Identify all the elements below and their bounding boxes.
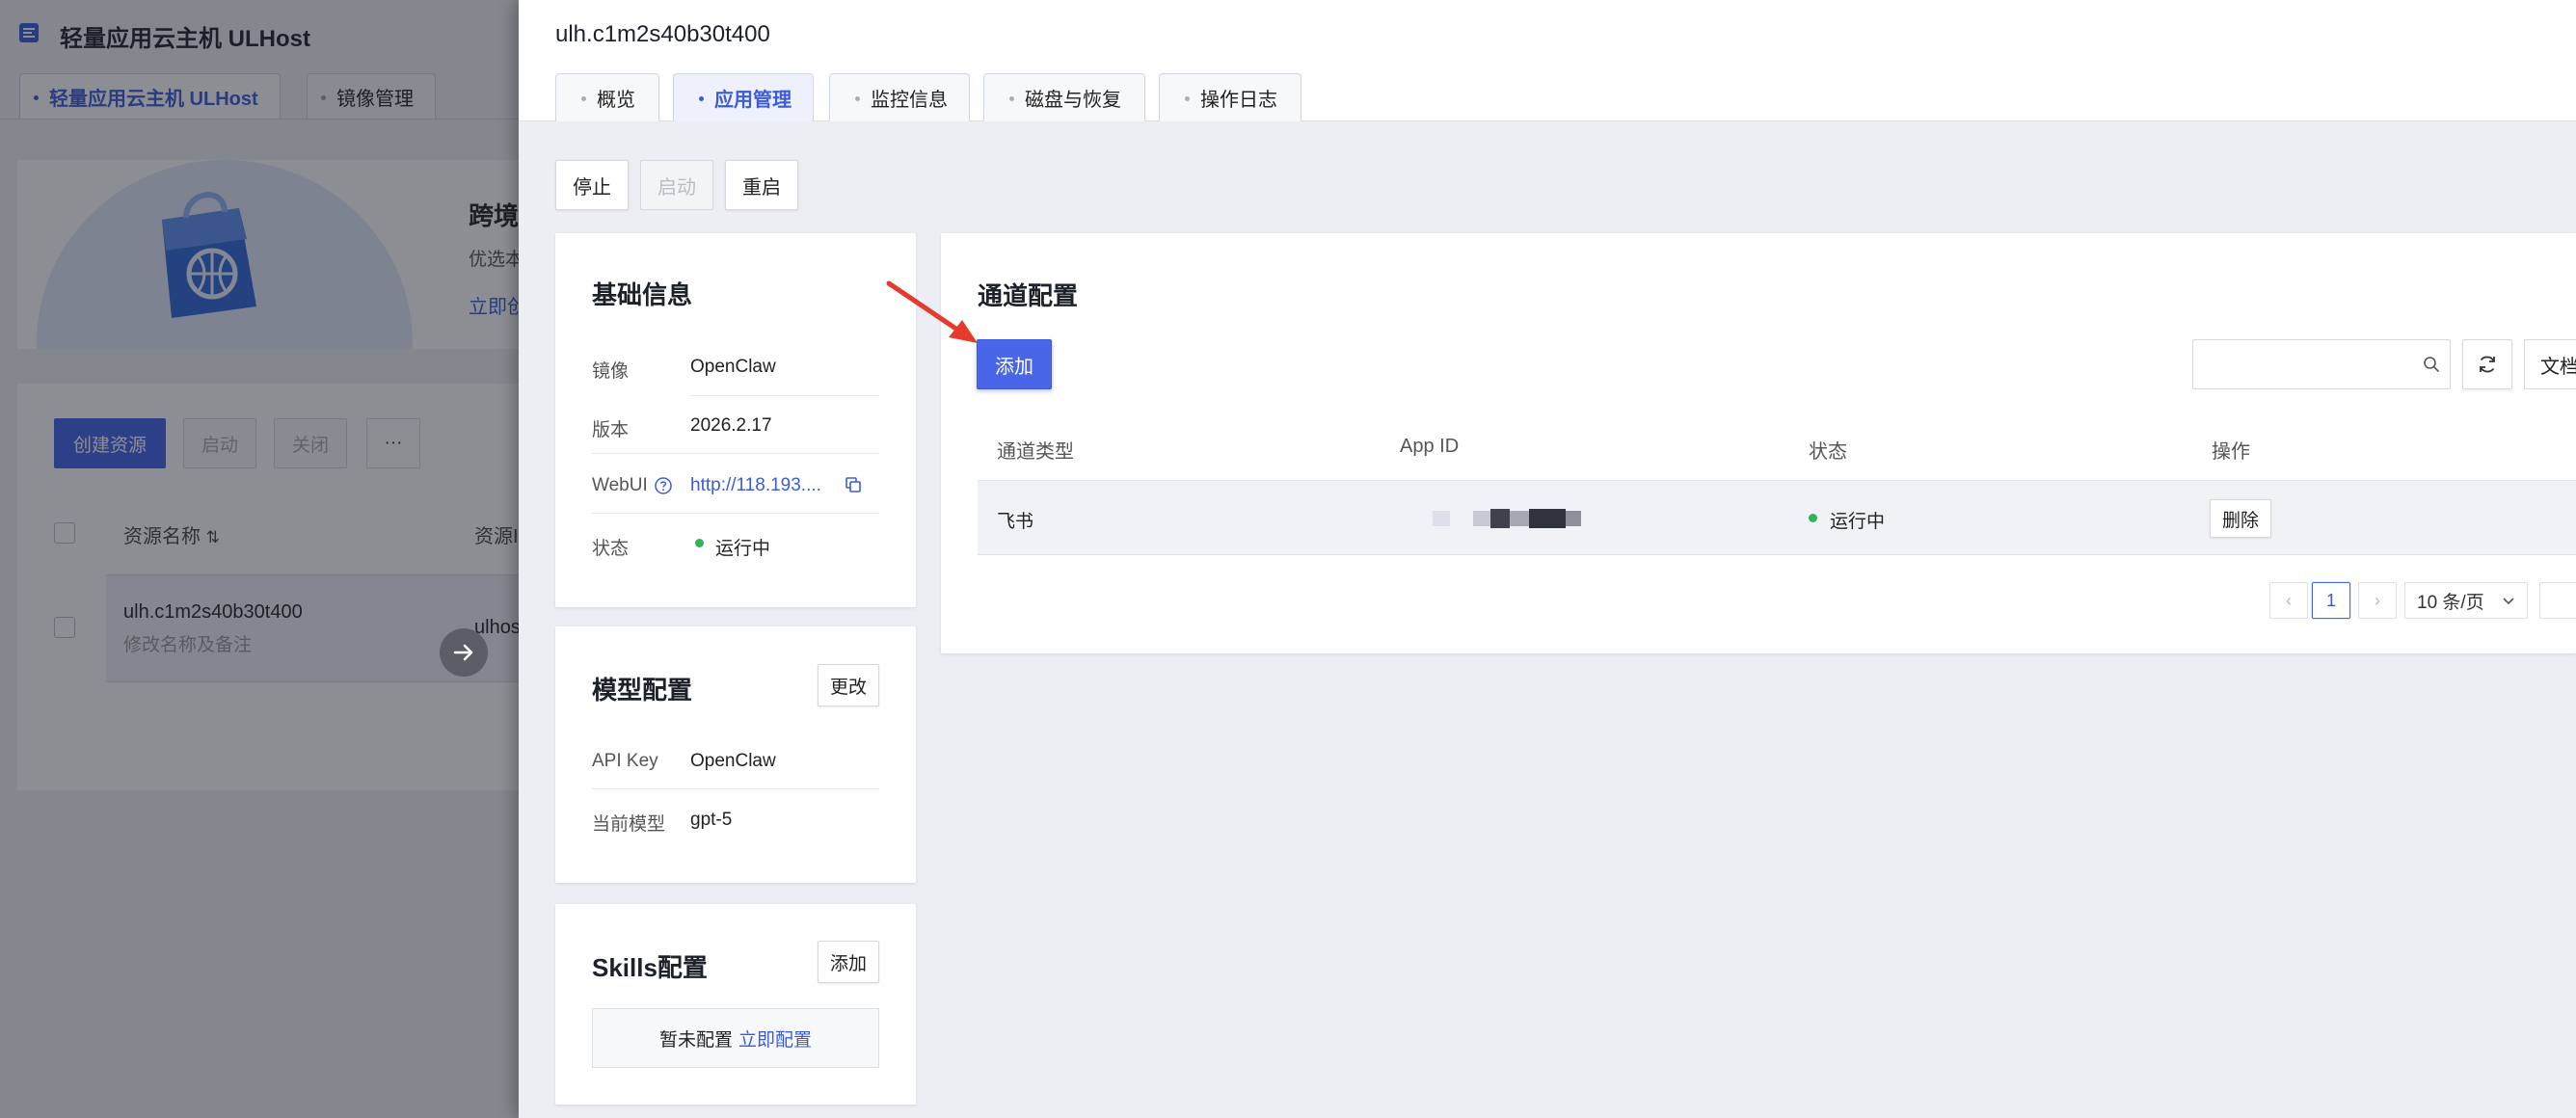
add-skill-button[interactable]: 添加: [818, 941, 879, 983]
restart-button[interactable]: 重启: [725, 160, 798, 210]
docs-button[interactable]: 文档: [2524, 339, 2576, 389]
tab-dot-icon: [1185, 96, 1190, 101]
tab-dot-icon: [581, 96, 586, 101]
delete-channel-button[interactable]: 删除: [2210, 499, 2271, 538]
empty-text: 暂未配置: [658, 1029, 733, 1051]
apikey-value: OpenClaw: [690, 751, 776, 771]
webui-label: WebUI: [592, 475, 648, 495]
tab-app-management[interactable]: 应用管理: [673, 73, 814, 121]
tab-dot-icon: [1009, 96, 1014, 101]
divider: [592, 453, 879, 454]
add-channel-button[interactable]: 添加: [977, 339, 1052, 389]
table-row: [978, 480, 2576, 555]
tab-disk-recovery[interactable]: 磁盘与恢复: [983, 73, 1145, 121]
skills-empty-state: 暂未配置 立即配置: [592, 1008, 879, 1068]
tab-label: 概览: [597, 90, 635, 111]
basic-info-title: 基础信息: [592, 280, 693, 309]
tab-label: 磁盘与恢复: [1025, 90, 1121, 111]
refresh-button[interactable]: [2462, 339, 2512, 389]
copy-icon[interactable]: [844, 475, 863, 494]
tab-dot-icon: [855, 96, 860, 101]
image-label: 镜像: [592, 361, 630, 382]
model-value: gpt-5: [690, 810, 733, 830]
column-header-channel-type: 通道类型: [997, 441, 1074, 463]
tab-label: 操作日志: [1200, 90, 1277, 111]
configure-now-link[interactable]: 立即配置: [738, 1025, 812, 1051]
divider: [690, 395, 879, 396]
start-button[interactable]: 启动: [640, 160, 713, 210]
tab-operation-log[interactable]: 操作日志: [1159, 73, 1301, 121]
search-input[interactable]: [2192, 339, 2451, 389]
tab-overview[interactable]: 概览: [555, 73, 659, 121]
skills-config-card: [555, 904, 916, 1105]
skills-config-title: Skills配置: [592, 953, 708, 982]
annotation-arrow-icon: [886, 280, 978, 343]
divider: [592, 513, 879, 514]
column-header-status: 状态: [1809, 441, 1847, 463]
tab-label: 监控信息: [871, 90, 948, 111]
version-value: 2026.2.17: [690, 415, 772, 436]
image-value: OpenClaw: [690, 357, 776, 377]
page-size-select[interactable]: 10 条/页: [2404, 582, 2528, 619]
channel-status-cell: 运行中: [1830, 512, 1886, 532]
status-label: 状态: [592, 539, 630, 559]
page-size-value: 10 条/页: [2417, 592, 2484, 613]
webui-link[interactable]: http://118.193....: [690, 475, 821, 496]
prev-page-button[interactable]: ‹: [2269, 582, 2308, 619]
next-page-button[interactable]: ›: [2358, 582, 2397, 619]
arrow-right-icon[interactable]: [440, 628, 488, 677]
tab-dot-icon: [699, 96, 704, 101]
column-header-actions: 操作: [2212, 441, 2250, 463]
tab-label: 应用管理: [714, 90, 792, 111]
drawer-header: [519, 0, 2576, 121]
app-id-redacted: [1433, 509, 1591, 528]
channel-type-cell: 飞书: [997, 512, 1034, 532]
search-icon[interactable]: [2423, 356, 2440, 373]
model-config-title: 模型配置: [592, 676, 693, 705]
status-value: 运行中: [715, 539, 771, 559]
help-circle-icon[interactable]: [654, 476, 673, 495]
chevron-down-icon: [2503, 598, 2514, 605]
drawer-title: ulh.c1m2s40b30t400: [555, 21, 770, 47]
refresh-icon: [2480, 356, 2495, 373]
status-running-icon: [1809, 514, 1817, 522]
stop-button[interactable]: 停止: [555, 160, 629, 210]
modal-overlay[interactable]: [0, 0, 521, 1118]
column-header-app-id: App ID: [1400, 436, 1460, 457]
page-jump-input[interactable]: [2539, 582, 2576, 619]
version-label: 版本: [592, 420, 630, 440]
page-1-button[interactable]: 1: [2312, 582, 2350, 619]
tab-monitoring[interactable]: 监控信息: [829, 73, 970, 121]
apikey-label: API Key: [592, 751, 658, 771]
model-label: 当前模型: [592, 814, 666, 835]
status-running-icon: [695, 539, 704, 547]
edit-model-button[interactable]: 更改: [818, 664, 879, 706]
divider: [592, 788, 879, 789]
channel-config-title: 通道配置: [978, 281, 1079, 310]
